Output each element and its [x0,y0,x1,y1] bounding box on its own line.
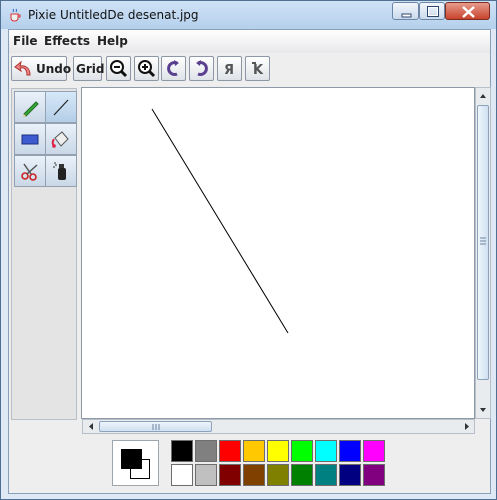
svg-text:Я: Я [224,63,234,78]
pencil-icon [23,101,39,117]
fill-tool[interactable] [45,123,77,155]
undo-button[interactable]: Undo [11,56,71,81]
scroll-down-icon[interactable] [476,403,490,417]
close-button[interactable] [445,2,490,20]
scissors-icon [21,163,38,181]
line-icon [53,99,69,116]
palette-swatch[interactable] [363,440,385,462]
maximize-icon [427,6,439,17]
palette-swatch[interactable] [339,440,361,462]
scroll-up-icon[interactable] [476,89,490,103]
spray-can-icon [53,162,66,180]
undo-arrow-icon [14,60,31,76]
minimize-icon [401,13,412,18]
menu-file[interactable]: File [13,34,38,48]
current-colors[interactable] [112,440,159,486]
palette-swatch[interactable] [243,464,265,486]
rotate-right-button[interactable] [189,56,214,81]
client-area: File Effects Help Undo Grid Я K [8,29,491,494]
close-icon [462,6,475,18]
primary-color-swatch[interactable] [121,449,142,469]
flip-vertical-icon: K [252,62,264,78]
zoom-in-icon [138,60,156,78]
palette-swatch[interactable] [195,440,217,462]
zoom-out-button[interactable] [106,56,131,81]
palette-swatch[interactable] [267,464,289,486]
tool-panel [11,88,77,420]
palette-swatch[interactable] [339,464,361,486]
paint-bucket-icon [51,131,69,148]
palette-swatch[interactable] [363,464,385,486]
undo-label: Undo [36,62,72,76]
rectangle-tool[interactable] [14,123,46,155]
palette-swatch[interactable] [291,464,313,486]
palette-swatch[interactable] [315,440,337,462]
palette-swatch[interactable] [171,440,193,462]
color-palette [171,440,387,488]
grid-button[interactable]: Grid [73,56,105,81]
horizontal-scroll-thumb[interactable] [99,421,212,432]
window-title: Pixie UntitledDe desenat.jpg [28,8,199,22]
palette-swatch[interactable] [243,440,265,462]
flip-horizontal-button[interactable]: Я [217,56,242,81]
maximize-button[interactable] [419,2,445,20]
menu-effects[interactable]: Effects [44,34,90,48]
java-cup-icon [10,8,21,22]
menu-help[interactable]: Help [97,34,128,48]
drawn-line [151,108,289,334]
horizontal-scrollbar[interactable] [82,419,475,434]
palette-swatch[interactable] [315,464,337,486]
palette-swatch[interactable] [195,464,217,486]
flip-vertical-button[interactable]: K [245,56,270,81]
palette-swatch[interactable] [267,440,289,462]
palette-swatch[interactable] [291,440,313,462]
application-window: Pixie UntitledDe desenat.jpg File Effect… [0,0,497,500]
svg-text:K: K [253,63,264,78]
scroll-left-icon[interactable] [84,420,98,434]
palette-swatch[interactable] [219,464,241,486]
rectangle-icon [21,134,39,145]
pencil-tool[interactable] [14,91,46,123]
grid-label: Grid [76,62,105,76]
cut-tool[interactable] [14,155,46,187]
rotate-left-icon [167,60,179,76]
grip-icon [152,424,160,430]
rotate-right-icon [196,60,208,76]
vertical-scroll-thumb[interactable] [477,105,489,380]
title-bar[interactable]: Pixie UntitledDe desenat.jpg [1,1,496,29]
vertical-scrollbar[interactable] [475,87,491,419]
toolbar: Undo Grid Я K [9,54,490,86]
zoom-out-icon [110,60,128,78]
palette-swatch[interactable] [171,464,193,486]
rotate-left-button[interactable] [161,56,186,81]
line-tool[interactable] [45,91,77,123]
grip-icon [480,237,486,245]
menu-bar: File Effects Help [9,30,490,53]
palette-swatch[interactable] [219,440,241,462]
flip-horizontal-icon: Я [224,63,234,78]
scroll-right-icon[interactable] [460,420,474,434]
minimize-button[interactable] [392,2,419,20]
zoom-in-button[interactable] [134,56,159,81]
spray-tool[interactable] [45,155,77,187]
drawing-canvas[interactable] [81,87,475,419]
